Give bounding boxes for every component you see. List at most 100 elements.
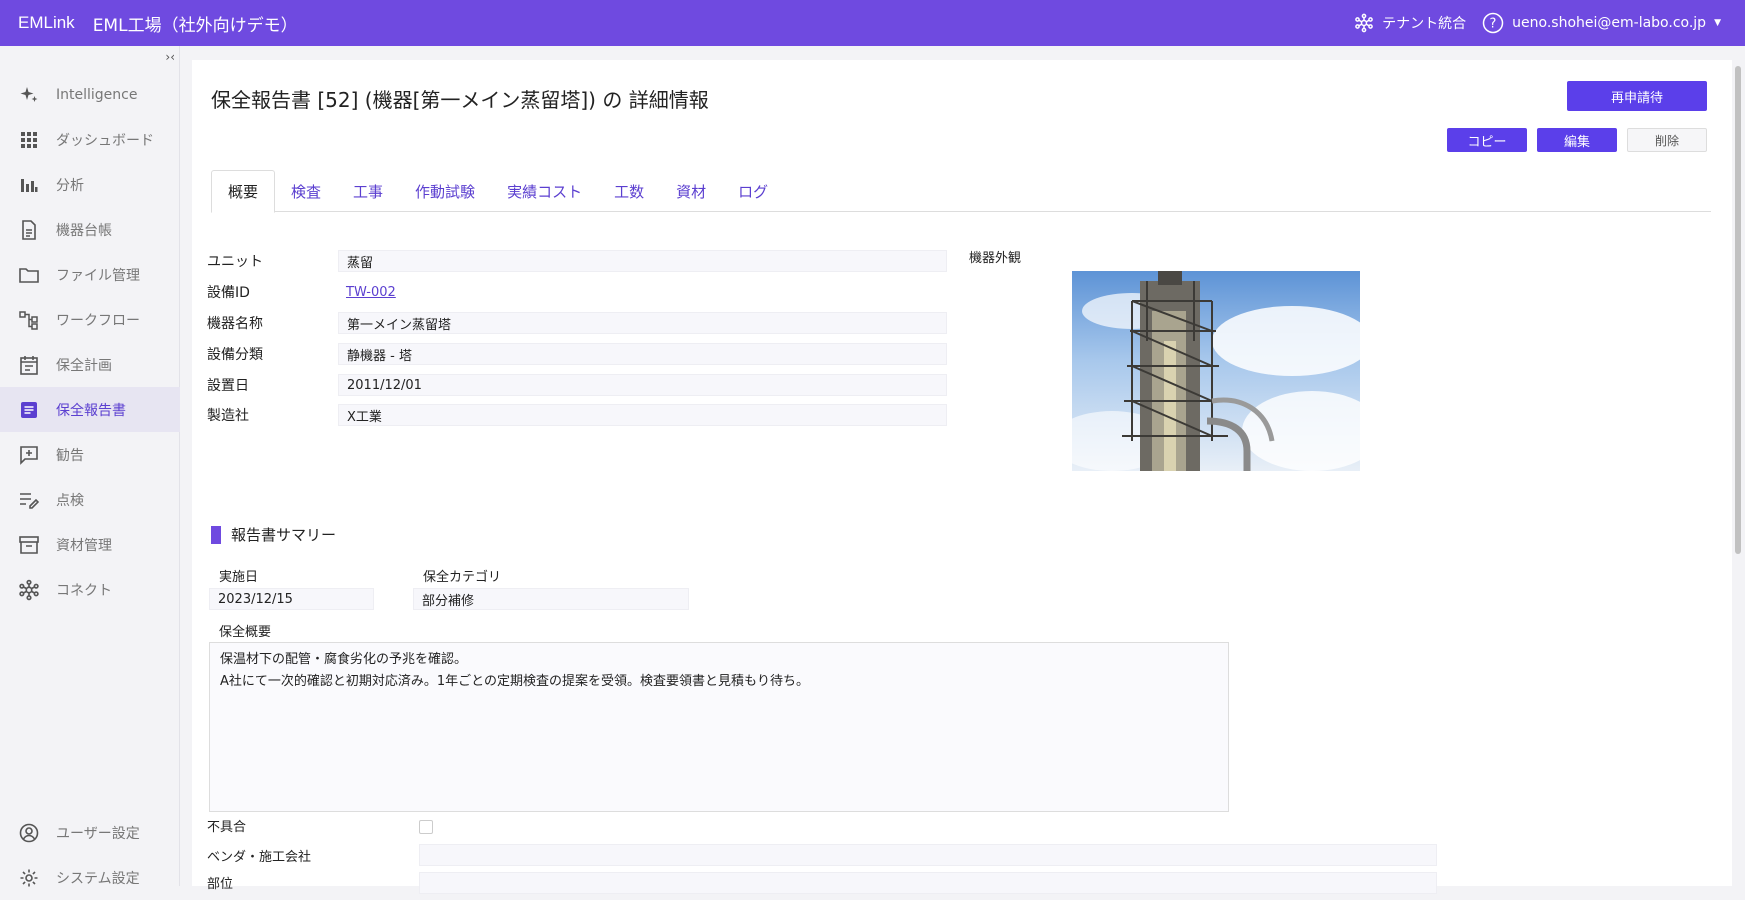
overview-line: A社にて一次的確認と初期対応済み。1年ごとの定期検査の提案を受領。検査要領書と見… [220, 674, 810, 689]
field-equipment-name: 機器名称 第一メイン蒸留塔 [207, 311, 947, 335]
collapse-sidebar-icon[interactable]: ›‹ [165, 50, 175, 64]
tab-inspection[interactable]: 検査 [275, 170, 337, 212]
brand-logo[interactable]: EMLink [18, 13, 75, 33]
sidebar-item-maintenance-plan[interactable]: 保全計画 [0, 342, 180, 387]
document-icon [18, 219, 40, 241]
sidebar-item-label: Intelligence [56, 86, 138, 103]
tab-construction[interactable]: 工事 [337, 170, 399, 212]
field-equipment-class: 設備分類 静機器 - 塔 [207, 342, 947, 366]
field-value: 静機器 - 塔 [338, 343, 947, 365]
sidebar-item-materials[interactable]: 資材管理 [0, 522, 180, 567]
sidebar-item-label: 保全報告書 [56, 402, 126, 419]
sidebar-item-label: 勧告 [56, 447, 84, 464]
user-menu[interactable]: ? ueno.shohei@em-labo.co.jp ▼ [1482, 12, 1721, 34]
sidebar-item-advice[interactable]: 勧告 [0, 432, 180, 477]
defect-checkbox[interactable] [419, 820, 433, 834]
caret-down-icon: ▼ [1714, 18, 1721, 28]
field-label: 設備ID [207, 285, 250, 301]
advice-icon [18, 444, 40, 466]
maintenance-overview-textarea[interactable]: 保温材下の配管・腐食劣化の予兆を確認。 A社にて一次的確認と初期対応済み。1年ご… [209, 642, 1229, 812]
report-icon [18, 399, 40, 421]
field-unit: ユニット 蒸留 [207, 249, 947, 273]
tenant-link-label: テナント統合 [1382, 16, 1467, 32]
equipment-photo-label: 機器外観 [969, 251, 1022, 266]
sidebar-item-system-settings[interactable]: システム設定 [0, 855, 180, 900]
sidebar-item-inspection[interactable]: 点検 [0, 477, 180, 522]
field-value: 第一メイン蒸留塔 [338, 312, 947, 334]
tab-log[interactable]: ログ [722, 170, 784, 212]
maintenance-category-value: 部分補修 [413, 588, 689, 610]
field-equipment-id: 設備ID TW-002 [207, 280, 947, 304]
field-manufacturer: 製造社 X工業 [207, 403, 947, 427]
sidebar-item-label: 機器台帳 [56, 222, 112, 239]
sidebar-item-label: 分析 [56, 177, 84, 194]
tenant-link[interactable]: テナント統合 [1354, 13, 1466, 33]
sidebar-item-connect[interactable]: コネクト [0, 567, 180, 612]
tab-bar: 概要 検査 工事 作動試験 実績コスト 工数 資材 ログ [211, 170, 1711, 213]
sidebar-item-label: ユーザー設定 [56, 825, 140, 842]
sidebar-item-label: 保全計画 [56, 357, 112, 374]
copy-button[interactable]: コピー [1447, 128, 1527, 152]
sidebar-item-label: ワークフロー [56, 312, 140, 329]
field-label: 設置日 [207, 378, 249, 394]
tab-overview[interactable]: 概要 [211, 170, 276, 213]
sidebar-item-dashboard[interactable]: ダッシュボード [0, 117, 180, 162]
implementation-date-value: 2023/12/15 [209, 588, 374, 610]
page-title: 保全報告書 [52] (機器[第一メイン蒸留塔]) の 詳細情報 [211, 88, 709, 112]
sidebar-item-label: ダッシュボード [56, 132, 154, 149]
section-accent-bar [211, 525, 221, 544]
sidebar-item-file-management[interactable]: ファイル管理 [0, 252, 180, 297]
gear-icon [18, 867, 40, 889]
grid-icon [18, 129, 40, 151]
delete-button[interactable]: 削除 [1627, 128, 1707, 152]
sidebar-item-workflow[interactable]: ワークフロー [0, 297, 180, 342]
tab-materials[interactable]: 資材 [660, 170, 722, 212]
sidebar-item-user-settings[interactable]: ユーザー設定 [0, 810, 180, 855]
overview-line: 保温材下の配管・腐食劣化の予兆を確認。 [220, 652, 468, 667]
tab-operation-test[interactable]: 作動試験 [399, 170, 491, 212]
workflow-icon [18, 309, 40, 331]
field-label: 機器名称 [207, 316, 263, 332]
top-bar: EMLink EML工場（社外向けデモ） テナント統合 ? ueno.shohe… [0, 0, 1745, 46]
sidebar-item-equipment-ledger[interactable]: 機器台帳 [0, 207, 180, 252]
svg-text:?: ? [1490, 17, 1497, 32]
reapply-button[interactable]: 再申請待 [1567, 81, 1707, 111]
bar-chart-icon [18, 174, 40, 196]
scrollbar-thumb[interactable] [1735, 66, 1741, 554]
main-content: 保全報告書 [52] (機器[第一メイン蒸留塔]) の 詳細情報 再申請待 コピ… [192, 60, 1732, 894]
sidebar-item-maintenance-report[interactable]: 保全報告書 [0, 387, 180, 432]
sparkle-icon [18, 84, 40, 106]
tab-actual-cost[interactable]: 実績コスト [491, 170, 598, 212]
field-install-date: 設置日 2011/12/01 [207, 373, 947, 397]
user-email: ueno.shohei@em-labo.co.jp [1512, 15, 1707, 31]
field-label: ユニット [207, 254, 263, 270]
sidebar-item-label: ファイル管理 [56, 267, 140, 284]
calendar-icon [18, 354, 40, 376]
page-scrollbar[interactable] [1734, 60, 1742, 886]
defect-label: 不具合 [207, 820, 247, 835]
vendor-value [419, 844, 1437, 866]
maintenance-category-label: 保全カテゴリ [423, 570, 502, 585]
sidebar-item-analysis[interactable]: 分析 [0, 162, 180, 207]
equipment-id-link[interactable]: TW-002 [338, 281, 947, 303]
checklist-icon [18, 489, 40, 511]
section-title-text: 報告書サマリー [231, 526, 337, 544]
edit-button[interactable]: 編集 [1537, 128, 1617, 152]
archive-icon [18, 534, 40, 556]
sidebar-item-label: 資材管理 [56, 537, 112, 554]
top-right-menu: テナント統合 ? ueno.shohei@em-labo.co.jp ▼ [1354, 12, 1721, 34]
field-value: 蒸留 [338, 250, 947, 272]
vendor-label: ベンダ・施工会社 [207, 850, 312, 865]
field-label: 設備分類 [207, 347, 263, 363]
section-report-summary: 報告書サマリー [211, 524, 336, 545]
part-value [419, 872, 1437, 894]
sidebar-item-label: システム設定 [56, 870, 140, 887]
sidebar-item-intelligence[interactable]: Intelligence [0, 72, 180, 117]
field-label: 製造社 [207, 408, 249, 424]
help-icon[interactable]: ? [1482, 12, 1504, 34]
sidebar-item-label: 点検 [56, 492, 84, 509]
implementation-date-label: 実施日 [219, 570, 259, 585]
hub-icon [1355, 13, 1374, 33]
sidebar-item-label: コネクト [56, 582, 112, 599]
tab-man-hours[interactable]: 工数 [598, 170, 660, 212]
